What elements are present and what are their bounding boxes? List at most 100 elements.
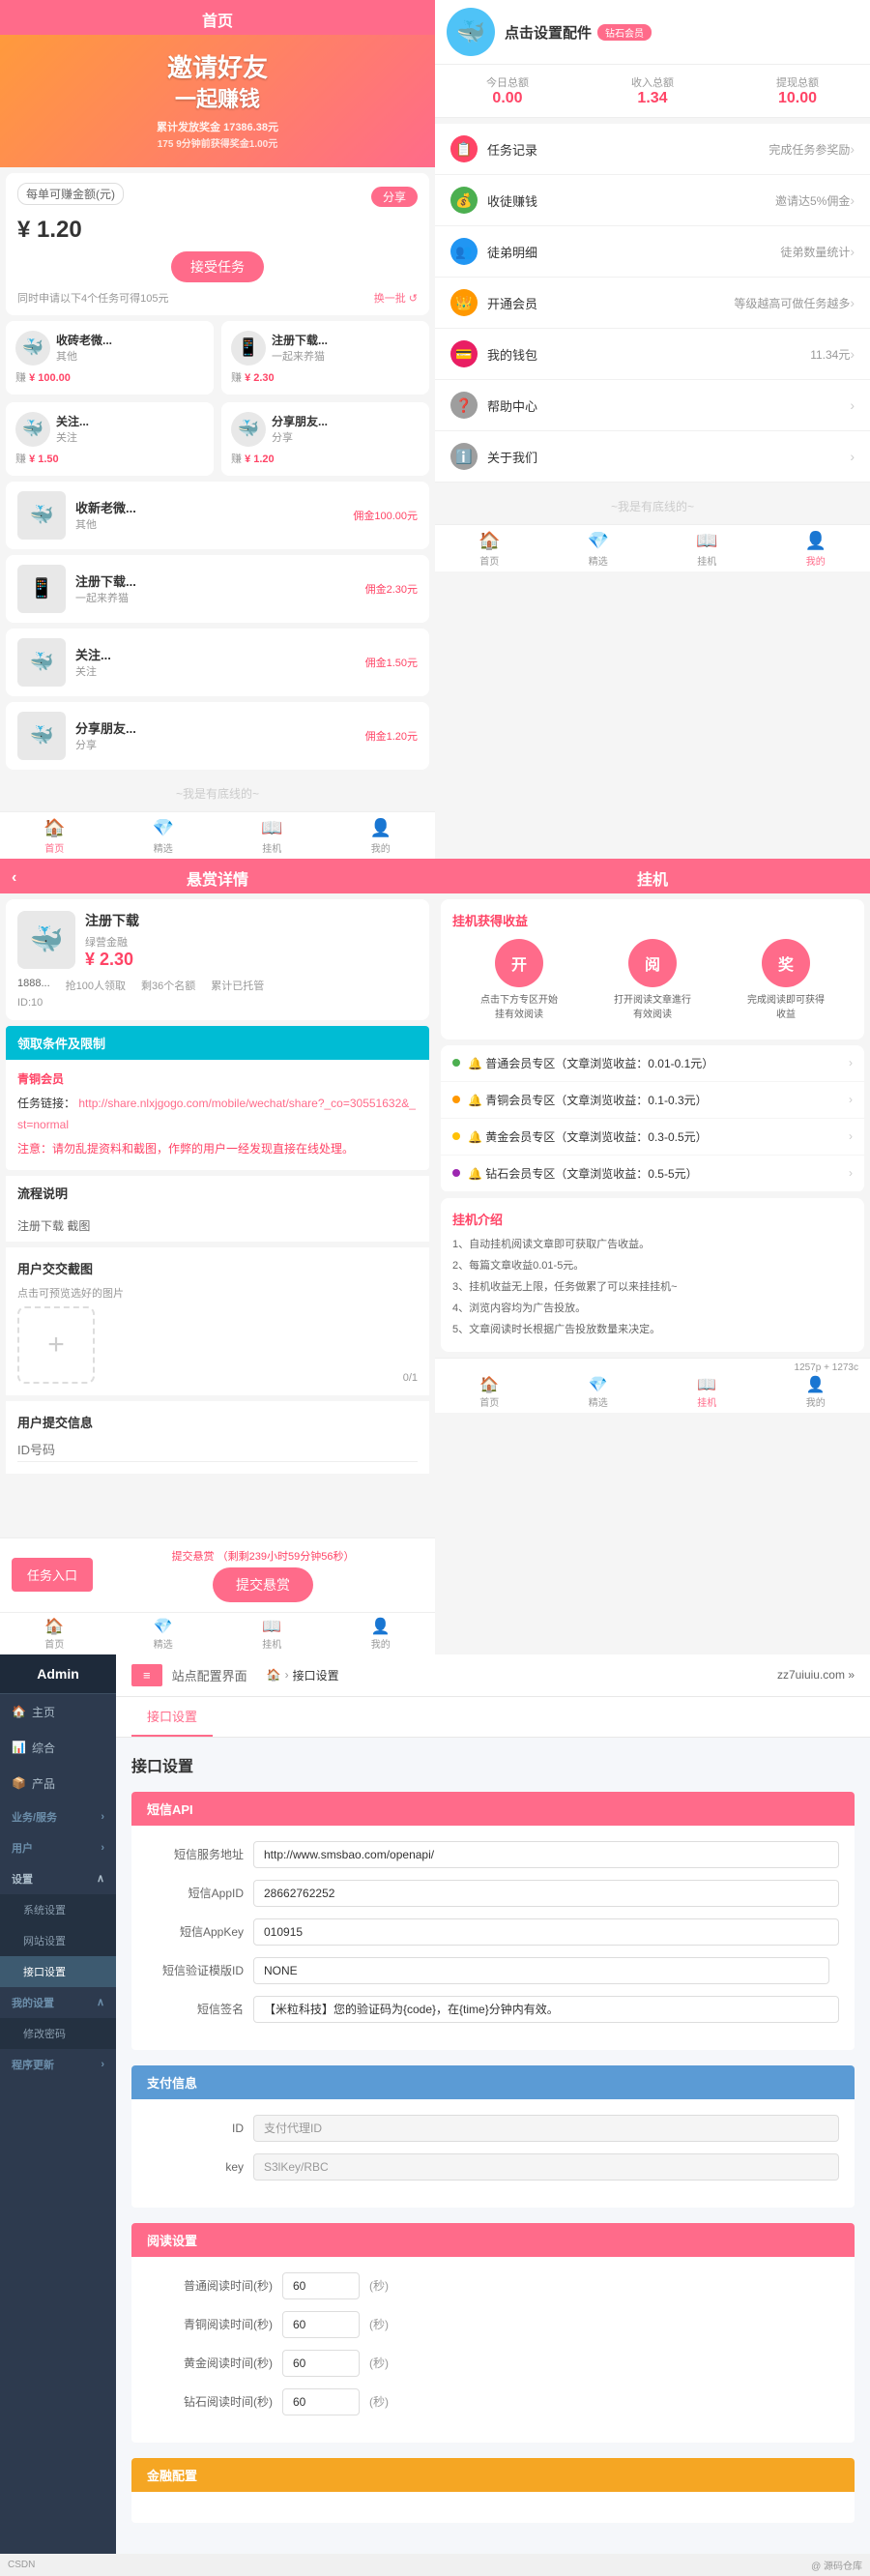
nav-selected-left[interactable]: 💎 精选: [109, 818, 218, 855]
task-grid-item-1[interactable]: 🐳 收砖老微... 其他 赚 ¥ 100.00: [6, 321, 214, 395]
admin-nav-products[interactable]: 📦 产品: [0, 1766, 116, 1801]
admin-sub-password[interactable]: 修改密码: [0, 2018, 116, 2049]
nav-hang-detail[interactable]: 📖 挂机: [218, 1617, 327, 1651]
task-list-item-4[interactable]: 🐳 分享朋友... 分享 佣金1.20元: [6, 702, 429, 770]
detail-status: 累计已托管: [211, 978, 264, 993]
nav-mine-hang[interactable]: 👤 我的: [762, 1375, 870, 1409]
share-button[interactable]: 分享: [371, 187, 418, 207]
change-batch[interactable]: 换一批 ↺: [374, 290, 418, 306]
bronze-read-label: 青铜阅读时间(秒): [147, 2316, 273, 2332]
sms-appkey-input[interactable]: [253, 1918, 839, 1946]
admin-sub-interface[interactable]: 接口设置: [0, 1956, 116, 1987]
diamond-read-input[interactable]: [282, 2388, 360, 2415]
admin-sub-system[interactable]: 系统设置: [0, 1894, 116, 1925]
task-warning: 注意：请勿乱提资料和截图，作弊的用户一经发现直接在线处理。: [17, 1139, 418, 1160]
sms-tpl-label: 短信验证模版ID: [147, 1962, 244, 1978]
vip-list: 🔔 普通会员专区（文章浏览收益：0.01-0.1元） › 🔔 青铜会员专区（文章…: [441, 1045, 864, 1192]
task-name-3: 关注...: [56, 413, 89, 429]
nav-mine-right[interactable]: 👤 我的: [762, 531, 870, 568]
payment-key-label: key: [147, 2160, 244, 2174]
gold-read-input[interactable]: [282, 2350, 360, 2377]
nav-hang-hang[interactable]: 📖 挂机: [652, 1375, 762, 1409]
profile-info: 点击设置配件 钻石会员: [505, 22, 652, 43]
csdn-bar: CSDN @ 源码仓库: [0, 2554, 870, 2576]
payment-id-input[interactable]: [253, 2115, 839, 2142]
sms-url-input[interactable]: [253, 1841, 839, 1868]
id-input[interactable]: [17, 1439, 418, 1462]
normal-read-input[interactable]: [282, 2272, 360, 2299]
breadcrumb-current: 接口设置: [293, 1667, 339, 1683]
bronze-read-input[interactable]: [282, 2311, 360, 2338]
admin-settings-group: 系统设置 网站设置 接口设置: [0, 1894, 116, 1987]
selected-icon-right: 💎: [588, 531, 609, 551]
submit-button[interactable]: 提交悬赏: [213, 1567, 313, 1602]
csdn-label: CSDN: [8, 2560, 35, 2570]
admin-tab-interface[interactable]: 接口设置: [131, 1697, 213, 1737]
vip-arrow-2: ›: [849, 1093, 853, 1106]
nav-home-right[interactable]: 🏠 首页: [435, 531, 544, 568]
upload-box[interactable]: +: [17, 1306, 95, 1384]
sms-tpl-input[interactable]: [253, 1957, 829, 1984]
left-bottom-nav: 🏠 首页 💎 精选 📖 挂机 👤 我的: [0, 811, 435, 859]
vip-normal[interactable]: 🔔 普通会员专区（文章浏览收益：0.01-0.1元） ›: [441, 1045, 864, 1082]
task-action-2: 一起来养猫: [272, 348, 328, 364]
task-list-item-3[interactable]: 🐳 关注... 关注 佣金1.50元: [6, 629, 429, 696]
vip-diamond[interactable]: 🔔 钻石会员专区（文章浏览收益：0.5-5元） ›: [441, 1156, 864, 1192]
menu-recruit[interactable]: 💰 收徒赚钱 邀请达5%佣金 ›: [435, 175, 870, 226]
mine-icon-hang: 👤: [806, 1375, 826, 1394]
nav-home-detail[interactable]: 🏠 首页: [0, 1617, 109, 1651]
menu-wallet[interactable]: 💳 我的钱包 11.34元 ›: [435, 329, 870, 380]
nav-mine-detail[interactable]: 👤 我的: [327, 1617, 436, 1651]
admin-nav-business[interactable]: 业务/服务 ›: [0, 1801, 116, 1832]
task-action-1: 其他: [56, 348, 112, 364]
back-icon[interactable]: ‹: [12, 869, 16, 887]
admin-nav-settings[interactable]: 设置 ∧: [0, 1863, 116, 1894]
admin-nav-my-settings[interactable]: 我的设置 ∧: [0, 1987, 116, 2018]
task-list-item-2[interactable]: 📱 注册下载... 一起来养猫 佣金2.30元: [6, 555, 429, 623]
nav-selected-right[interactable]: 💎 精选: [544, 531, 653, 568]
nav-home-left[interactable]: 🏠 首页: [0, 818, 109, 855]
chevron-icon-2: ›: [101, 1842, 104, 1854]
diamond-read-unit: (秒): [369, 2393, 389, 2410]
menu-help[interactable]: ❓ 帮助中心 ›: [435, 380, 870, 431]
hang-icon-left: 📖: [261, 818, 282, 838]
task-list-item-1[interactable]: 🐳 收新老微... 其他 佣金100.00元: [6, 482, 429, 549]
disciple-icon: 👥: [450, 238, 478, 265]
payment-id-label: ID: [147, 2122, 244, 2135]
task-entry-button[interactable]: 任务入口: [12, 1558, 93, 1592]
menu-about[interactable]: ℹ️ 关于我们 ›: [435, 431, 870, 483]
menu-vip[interactable]: 👑 开通会员 等级越高可做任务越多 ›: [435, 278, 870, 329]
menu-task-record[interactable]: 📋 任务记录 完成任务参奖励 ›: [435, 124, 870, 175]
sms-appid-input[interactable]: [253, 1880, 839, 1907]
nav-selected-hang[interactable]: 💎 精选: [544, 1375, 653, 1409]
nav-hang-right[interactable]: 📖 挂机: [652, 531, 762, 568]
admin-nav-dashboard[interactable]: 📊 综合: [0, 1730, 116, 1766]
task-list-reward-1: 佣金100.00元: [353, 508, 418, 523]
accept-task-button[interactable]: 接受任务: [171, 251, 264, 282]
detail-task-name: 注册下载: [85, 911, 418, 930]
task-grid-item-3[interactable]: 🐳 关注... 关注 赚 ¥ 1.50: [6, 402, 214, 476]
nav-mine-left[interactable]: 👤 我的: [327, 818, 436, 855]
admin-main-content: ≡ 站点配置界面 🏠 › 接口设置 zz7uiuiu.com » 接口设置 接口…: [116, 1654, 870, 2554]
task-grid-item-4[interactable]: 🐳 分享朋友... 分享 赚 ¥ 1.20: [221, 402, 429, 476]
nav-home-hang[interactable]: 🏠 首页: [435, 1375, 544, 1409]
admin-nav-home[interactable]: 🏠 主页: [0, 1694, 116, 1730]
diamond-read-row: 钻石阅读时间(秒) (秒): [147, 2388, 839, 2415]
home-icon-left: 🏠: [44, 818, 65, 838]
conditions-title-bar: 领取条件及限制: [6, 1026, 429, 1060]
upload-sub: 点击可预览选好的图片: [17, 1285, 403, 1301]
vip-gold[interactable]: 🔔 黄金会员专区（文章浏览收益：0.3-0.5元） ›: [441, 1119, 864, 1156]
nav-hang-left[interactable]: 📖 挂机: [218, 818, 327, 855]
csdn-source: @ 源码仓库: [811, 2558, 862, 2572]
admin-sub-site[interactable]: 网站设置: [0, 1925, 116, 1956]
payment-key-input[interactable]: [253, 2153, 839, 2181]
task-link[interactable]: http://share.nlxjgogo.com/mobile/wechat/…: [17, 1097, 416, 1131]
menu-disciple[interactable]: 👥 徒弟明细 徒弟数量统计 ›: [435, 226, 870, 278]
sms-sign-input[interactable]: [253, 1996, 839, 2023]
task-grid-item-2[interactable]: 📱 注册下载... 一起来养猫 赚 ¥ 2.30: [221, 321, 429, 395]
admin-nav-users[interactable]: 用户 ›: [0, 1832, 116, 1863]
nav-selected-detail[interactable]: 💎 精选: [109, 1617, 218, 1651]
task-link-label: 任务链接：: [17, 1097, 75, 1110]
vip-bronze[interactable]: 🔔 青铜会员专区（文章浏览收益：0.1-0.3元） ›: [441, 1082, 864, 1119]
admin-nav-update[interactable]: 程序更新 ›: [0, 2049, 116, 2080]
